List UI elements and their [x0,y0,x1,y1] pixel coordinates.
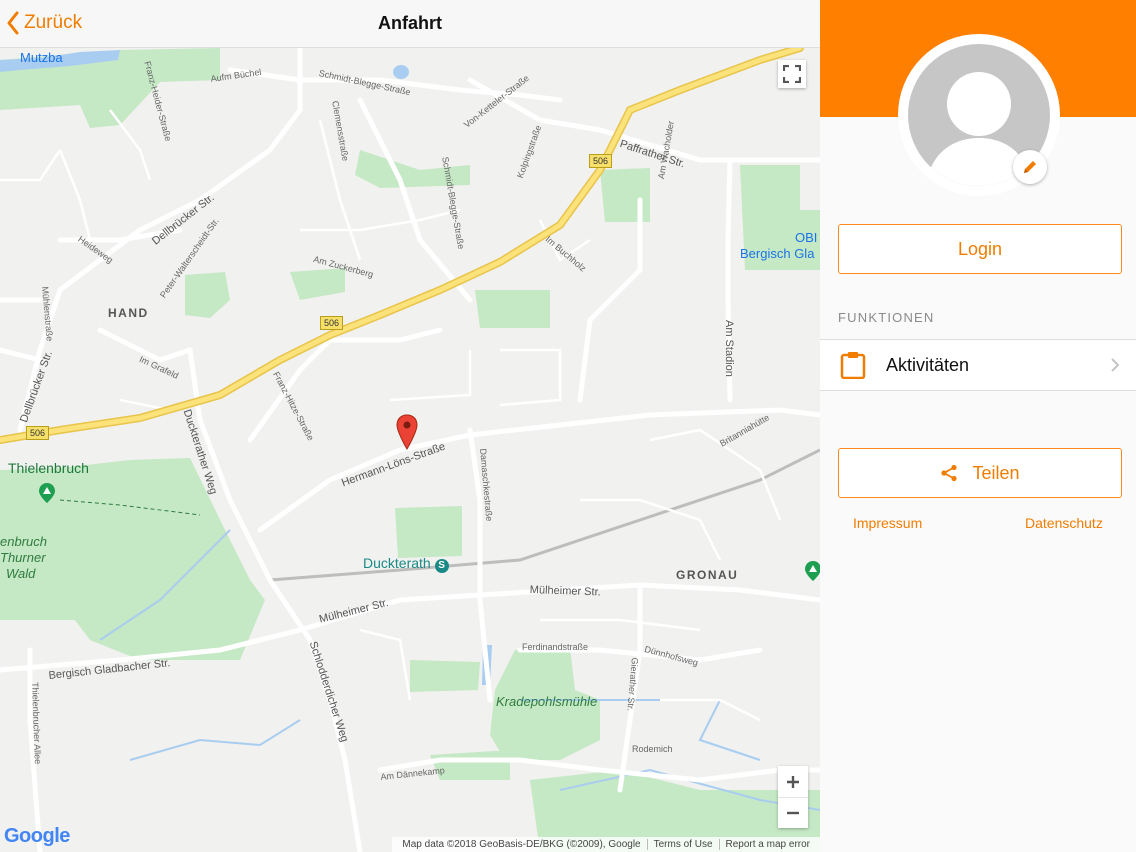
road-shield: 506 [320,316,344,330]
park-marker-icon[interactable] [38,482,56,504]
share-icon [941,464,958,482]
login-button[interactable]: Login [838,224,1122,274]
road-shield: 506 [589,154,613,168]
menu-item-activities[interactable]: Aktivitäten [820,339,1136,391]
clipboard-icon [840,352,866,379]
place-label: enbruch [0,534,47,549]
map-pane: Zurück Anfahrt Aufm Büchel Schmidt-Blegg… [0,0,820,852]
place-label: Thielenbruch [8,460,89,476]
map-view[interactable]: Aufm Büchel Schmidt-Blegge-Straße Von-Ke… [0,48,820,852]
map-attribution: Map data ©2018 GeoBasis-DE/BKG (©2009), … [392,837,820,852]
terms-of-use-link[interactable]: Terms of Use [646,839,719,850]
pencil-icon [1024,161,1036,173]
place-label: Wald [6,566,36,581]
street-label: Mülheimer Str. [529,584,601,599]
share-label: Teilen [972,462,1020,483]
minus-icon [787,811,799,815]
place-label: Mutzba [20,50,63,65]
app: Zurück Anfahrt Aufm Büchel Schmidt-Blegg… [0,0,1136,852]
location-pin-icon[interactable] [396,414,418,450]
road-shield: 506 [26,426,50,440]
fullscreen-button[interactable] [778,60,806,88]
datenschutz-link[interactable]: Datenschutz [1025,515,1103,531]
area-label: GRONAU [676,568,739,582]
s-bahn-icon: S [434,559,449,573]
navigation-bar: Zurück Anfahrt [0,0,820,48]
chevron-right-icon [1111,358,1120,372]
zoom-control [778,766,808,828]
street-label: Am Stadion [723,320,735,377]
station-name: Duckterath [363,555,431,571]
street-label: Ferdinandstraße [522,642,589,652]
place-label: Bergisch Gla [740,246,815,261]
profile-pane: Login FUNKTIONEN Aktivitäten Teilen Impr… [820,0,1136,852]
place-label: Thurner [0,550,46,565]
edit-avatar-button[interactable] [1013,150,1047,184]
area-label: HAND [108,306,149,320]
section-label: FUNKTIONEN [838,310,935,325]
menu-item-label: Aktivitäten [886,354,970,375]
fullscreen-icon [783,65,801,83]
station-label[interactable]: Duckterath S [363,555,449,573]
page-title: Anfahrt [378,13,442,33]
map-canvas [0,48,820,852]
report-error-link[interactable]: Report a map error [718,839,816,850]
street-label: Rodemich [632,744,673,754]
place-label: OBI [795,230,818,245]
google-logo[interactable]: Google [4,825,70,848]
place-label: Kradepohlsmühle [496,694,598,709]
plus-icon [787,775,799,788]
map-data-text: Map data ©2018 GeoBasis-DE/BKG (©2009), … [402,839,641,850]
impressum-link[interactable]: Impressum [853,515,922,531]
zoom-in-button[interactable] [778,766,808,797]
zoom-out-button[interactable] [778,797,808,828]
park-marker-icon[interactable] [804,560,820,582]
share-button[interactable]: Teilen [838,448,1122,498]
